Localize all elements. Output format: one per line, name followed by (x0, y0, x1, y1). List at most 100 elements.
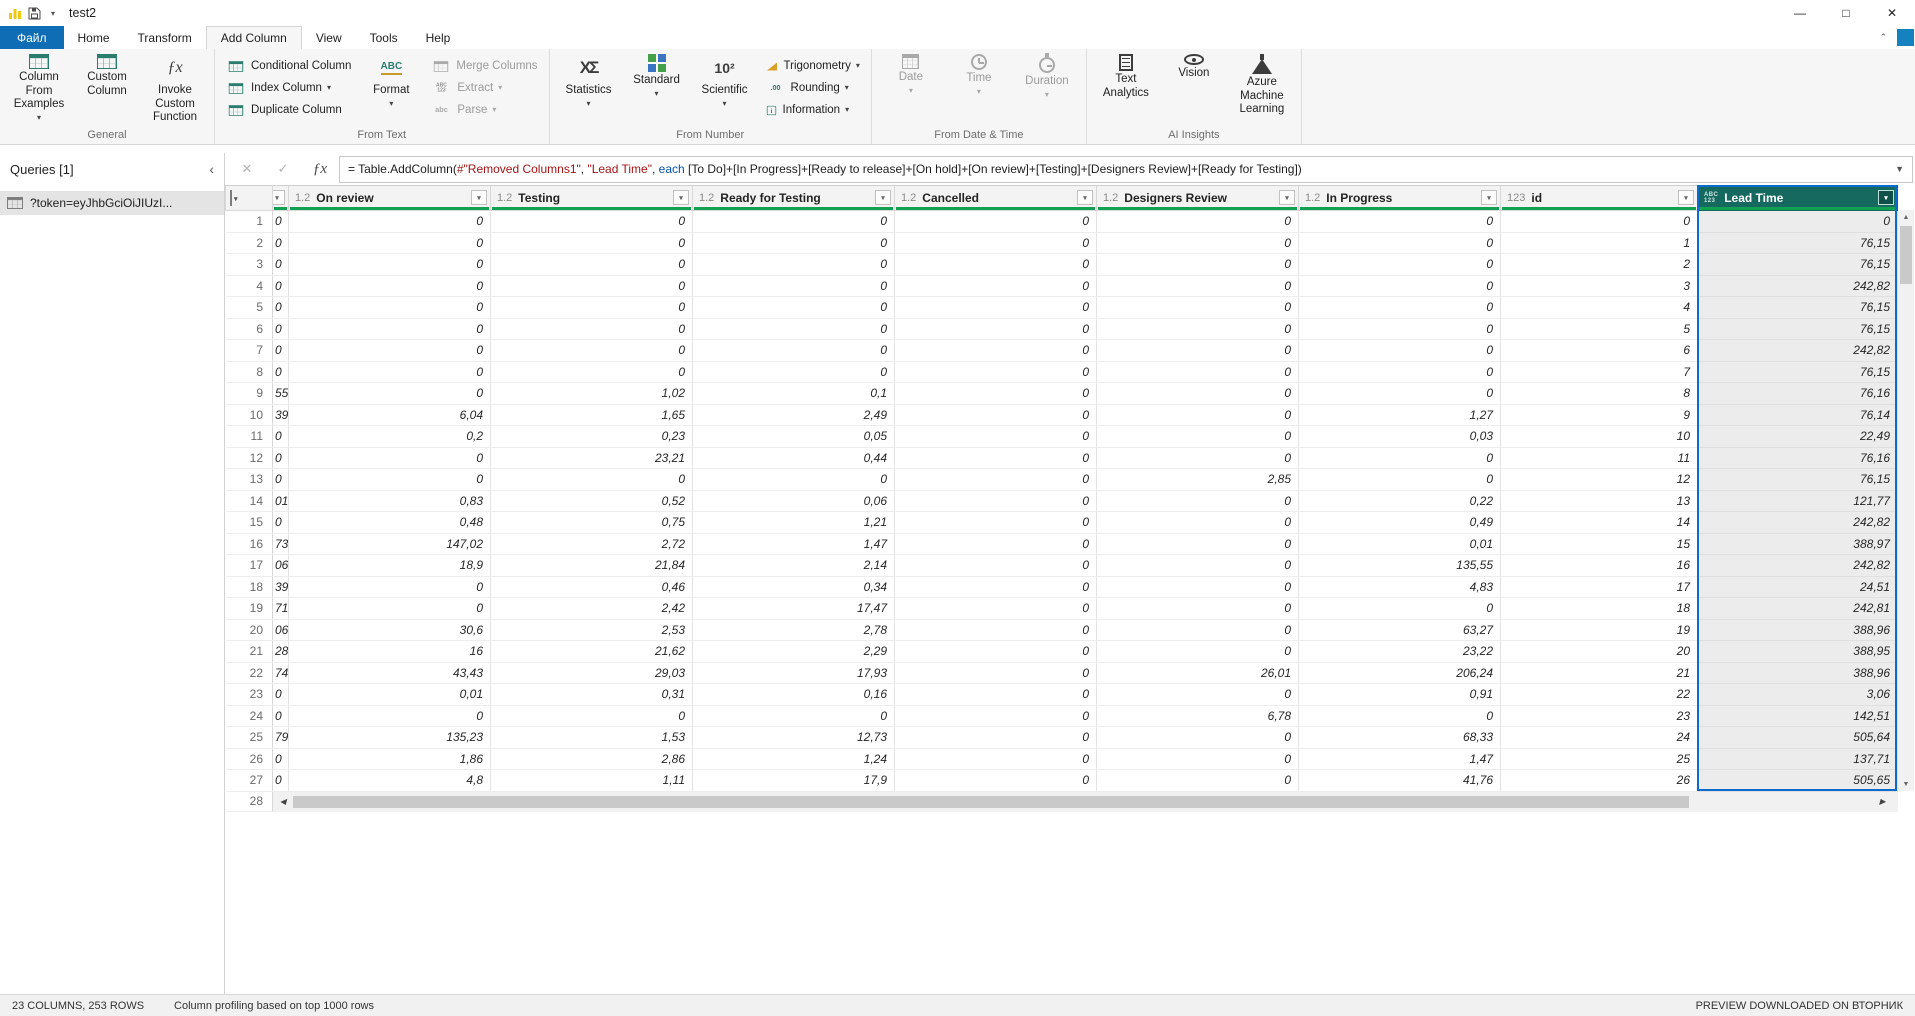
cell[interactable]: 0 (895, 383, 1097, 405)
cell-clipped[interactable]: 0 (273, 770, 289, 792)
cell-clipped[interactable]: 0 (273, 211, 289, 233)
cell[interactable]: 0,06 (693, 490, 895, 512)
cell[interactable]: 0 (1299, 318, 1501, 340)
expand-formula-chevron-icon[interactable]: ▼ (1885, 164, 1904, 174)
cell[interactable]: 19 (1501, 619, 1698, 641)
cell-clipped[interactable]: 06 (273, 619, 289, 641)
cell[interactable]: 9 (1501, 404, 1698, 426)
cell[interactable]: 26,01 (1097, 662, 1299, 684)
format-button[interactable]: Format▾ (357, 52, 425, 110)
cell[interactable]: 0 (693, 318, 895, 340)
scroll-up-arrow[interactable]: ▲ (1898, 210, 1914, 224)
column-from-examples-button[interactable]: Column From Examples▾ (5, 52, 73, 124)
ribbon-corner-button[interactable] (1897, 29, 1914, 46)
cell[interactable]: 63,27 (1299, 619, 1501, 641)
cell[interactable]: 0 (491, 297, 693, 319)
cell-clipped[interactable]: 0 (273, 705, 289, 727)
cell[interactable]: 2,14 (693, 555, 895, 577)
cell-clipped[interactable]: 0 (273, 469, 289, 491)
cell[interactable]: 0 (895, 641, 1097, 663)
standard-button[interactable]: Standard▾ (623, 52, 691, 100)
cell[interactable]: 76,15 (1698, 232, 1898, 254)
vscroll-thumb[interactable] (1900, 226, 1912, 284)
cell[interactable]: 4 (1501, 297, 1698, 319)
cell[interactable]: 0 (1097, 426, 1299, 448)
cell[interactable]: 0 (895, 340, 1097, 362)
hscroll-thumb[interactable] (293, 796, 1689, 808)
collapse-panel-icon[interactable]: ‹ (209, 161, 214, 177)
row-number[interactable]: 17 (226, 555, 273, 577)
cell[interactable]: 121,77 (1698, 490, 1898, 512)
row-number[interactable]: 8 (226, 361, 273, 383)
cell[interactable]: 0,03 (1299, 426, 1501, 448)
cell[interactable]: 135,23 (289, 727, 491, 749)
cell[interactable]: 0 (289, 318, 491, 340)
cell[interactable]: 0 (491, 275, 693, 297)
collapse-ribbon-chevron-icon[interactable]: ⌃ (1879, 32, 1887, 43)
vertical-scrollbar[interactable]: ▲ ▼ (1898, 210, 1914, 791)
cell[interactable]: 18 (1501, 598, 1698, 620)
cell[interactable]: 0 (1097, 232, 1299, 254)
cell[interactable]: 0 (1097, 748, 1299, 770)
cell[interactable]: 0 (1299, 275, 1501, 297)
cell[interactable]: 0 (895, 426, 1097, 448)
cell[interactable]: 5 (1501, 318, 1698, 340)
cell[interactable]: 23 (1501, 705, 1698, 727)
cell[interactable]: 0 (1097, 490, 1299, 512)
filter-dropdown-button[interactable]: ▾ (1678, 190, 1694, 205)
cell[interactable]: 0 (693, 469, 895, 491)
cell[interactable]: 242,82 (1698, 340, 1898, 362)
cell[interactable]: 24,51 (1698, 576, 1898, 598)
azure-machine-learning-button[interactable]: Azure Machine Learning (1228, 52, 1296, 119)
cell-clipped[interactable]: 0 (273, 512, 289, 534)
cell[interactable]: 0 (1299, 211, 1501, 233)
cell[interactable]: 0 (693, 705, 895, 727)
column-header-id[interactable]: 123id▾ (1501, 186, 1698, 211)
cell[interactable]: 16 (1501, 555, 1698, 577)
cell[interactable]: 76,14 (1698, 404, 1898, 426)
cell[interactable]: 206,24 (1299, 662, 1501, 684)
row-number[interactable]: 20 (226, 619, 273, 641)
cell[interactable]: 0 (1097, 361, 1299, 383)
row-number[interactable]: 4 (226, 275, 273, 297)
row-number[interactable]: 13 (226, 469, 273, 491)
filter-dropdown-button[interactable]: ▾ (273, 190, 286, 205)
cell[interactable]: 0 (693, 361, 895, 383)
cell-clipped[interactable]: 39 (273, 404, 289, 426)
cell[interactable]: 242,82 (1698, 512, 1898, 534)
cell[interactable]: 0,75 (491, 512, 693, 534)
cell[interactable]: 1,24 (693, 748, 895, 770)
tab-view[interactable]: View (302, 26, 356, 49)
cell[interactable]: 12 (1501, 469, 1698, 491)
cell[interactable]: 2,86 (491, 748, 693, 770)
cell[interactable]: 41,76 (1299, 770, 1501, 792)
cell[interactable]: 0 (1299, 297, 1501, 319)
row-number[interactable]: 9 (226, 383, 273, 405)
scroll-left-arrow[interactable]: ◀ (277, 795, 289, 809)
time-button[interactable]: Time▾ (945, 52, 1013, 98)
cell-clipped[interactable]: 0 (273, 340, 289, 362)
cell[interactable]: 0 (289, 361, 491, 383)
cell[interactable]: 0 (289, 211, 491, 233)
cell[interactable]: 0 (895, 533, 1097, 555)
cell[interactable]: 1,21 (693, 512, 895, 534)
cell[interactable]: 18,9 (289, 555, 491, 577)
cell[interactable]: 21,62 (491, 641, 693, 663)
cell[interactable]: 2,42 (491, 598, 693, 620)
tab-file[interactable]: Файл (0, 26, 64, 49)
cell[interactable]: 6 (1501, 340, 1698, 362)
extract-button[interactable]: Extract▾ (425, 77, 543, 99)
cell[interactable]: 388,95 (1698, 641, 1898, 663)
cell[interactable]: 23,21 (491, 447, 693, 469)
filter-dropdown-button[interactable]: ▾ (1878, 190, 1894, 205)
cell[interactable]: 0 (1698, 211, 1898, 233)
cell[interactable]: 30,6 (289, 619, 491, 641)
tab-tools[interactable]: Tools (356, 26, 412, 49)
cell[interactable]: 0,2 (289, 426, 491, 448)
cell[interactable]: 4,83 (1299, 576, 1501, 598)
cell[interactable]: 10 (1501, 426, 1698, 448)
cell[interactable]: 0 (693, 211, 895, 233)
cell[interactable]: 0 (895, 318, 1097, 340)
trigonometry-button[interactable]: Trigonometry▾ (759, 55, 866, 77)
cell[interactable]: 0 (895, 211, 1097, 233)
